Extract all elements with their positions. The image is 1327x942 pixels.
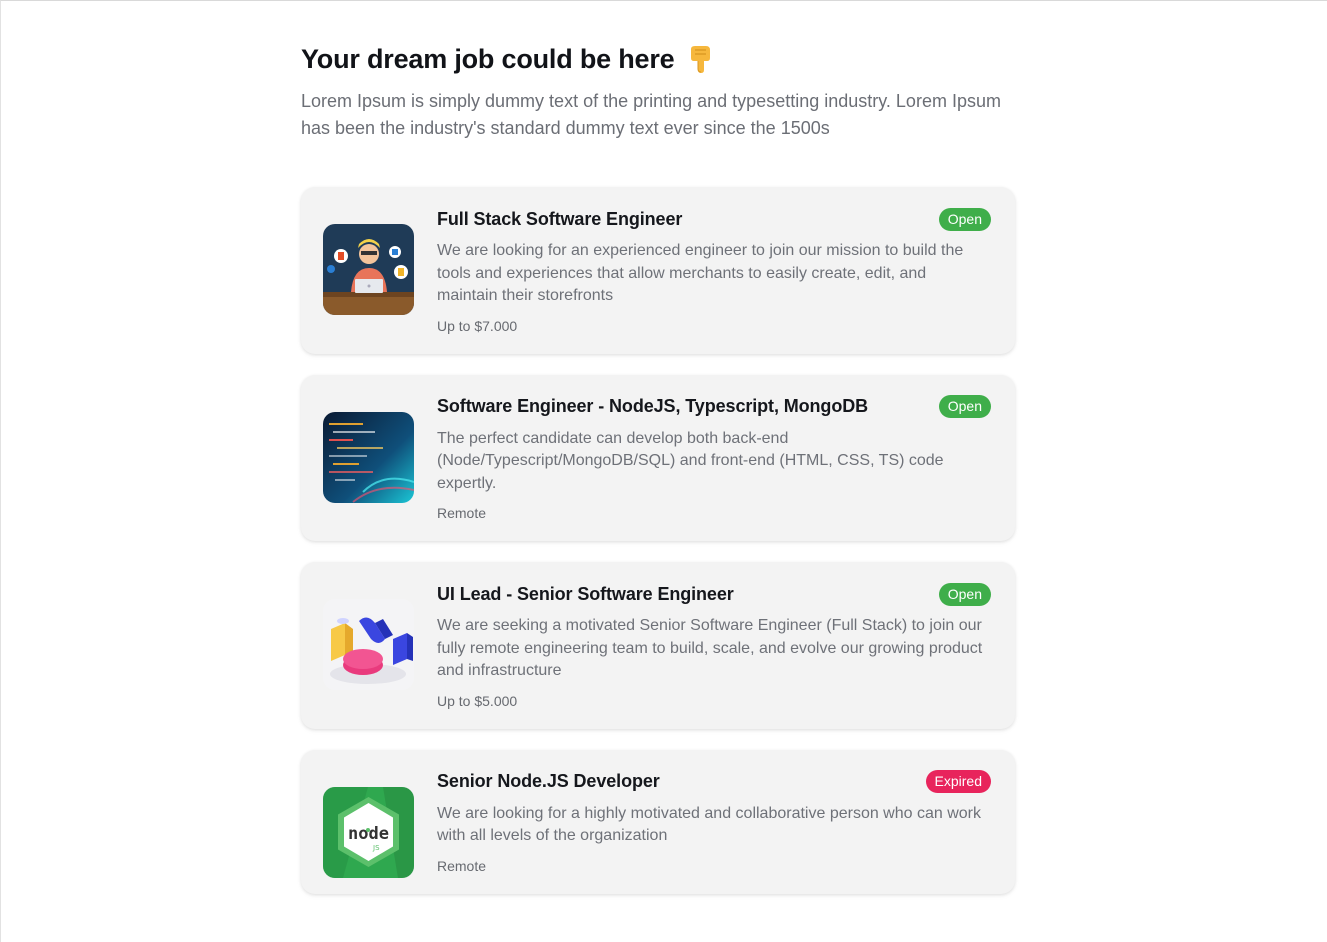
job-card[interactable]: Full Stack Software Engineer Open We are… [301, 187, 1015, 354]
job-location: Remote [437, 857, 487, 874]
job-location: Remote [437, 505, 487, 521]
job-thumbnail [323, 411, 414, 503]
content: Your dream job could be here Lorem Ipsum… [301, 41, 1015, 915]
job-description: We are seeking a motivated Senior Softwa… [437, 617, 983, 679]
job-thumbnail: node JS [323, 786, 414, 878]
job-list: Full Stack Software Engineer Open We are… [301, 187, 1015, 894]
status-badge: Open [938, 207, 991, 231]
page-header: Your dream job could be here [301, 41, 1015, 77]
job-card[interactable]: UI Lead - Senior Software Engineer Open … [301, 562, 1015, 729]
page-subtitle: Lorem Ipsum is simply dummy text of the … [301, 91, 1001, 138]
svg-text:node: node [348, 824, 389, 844]
job-title[interactable]: UI Lead - Senior Software Engineer [437, 584, 734, 605]
svg-text:JS: JS [372, 844, 380, 852]
page: Your dream job could be here Lorem Ipsum… [0, 0, 1327, 942]
job-title[interactable]: Senior Node.JS Developer [437, 771, 660, 792]
status-badge: Open [938, 395, 991, 418]
job-salary: Up to $7.000 [437, 317, 518, 334]
job-thumbnail [323, 224, 414, 315]
job-card[interactable]: node JS Senior Node.JS Developer Expired… [301, 749, 1015, 894]
job-card[interactable]: Software Engineer - NodeJS, Typescript, … [301, 374, 1015, 541]
job-title[interactable]: Software Engineer - NodeJS, Typescript, … [437, 396, 868, 417]
status-badge: Expired [925, 770, 991, 793]
job-salary: Up to $5.000 [437, 692, 518, 709]
job-description: The perfect candidate can develop both b… [437, 429, 944, 492]
job-description: We are looking for a highly motivated an… [437, 804, 981, 845]
pointing-hand-icon [686, 44, 714, 74]
job-title[interactable]: Full Stack Software Engineer [437, 209, 682, 230]
job-description: We are looking for an experienced engine… [437, 242, 964, 304]
status-badge: Open [938, 582, 991, 606]
page-title: Your dream job could be here [301, 43, 675, 74]
job-thumbnail [323, 599, 414, 690]
